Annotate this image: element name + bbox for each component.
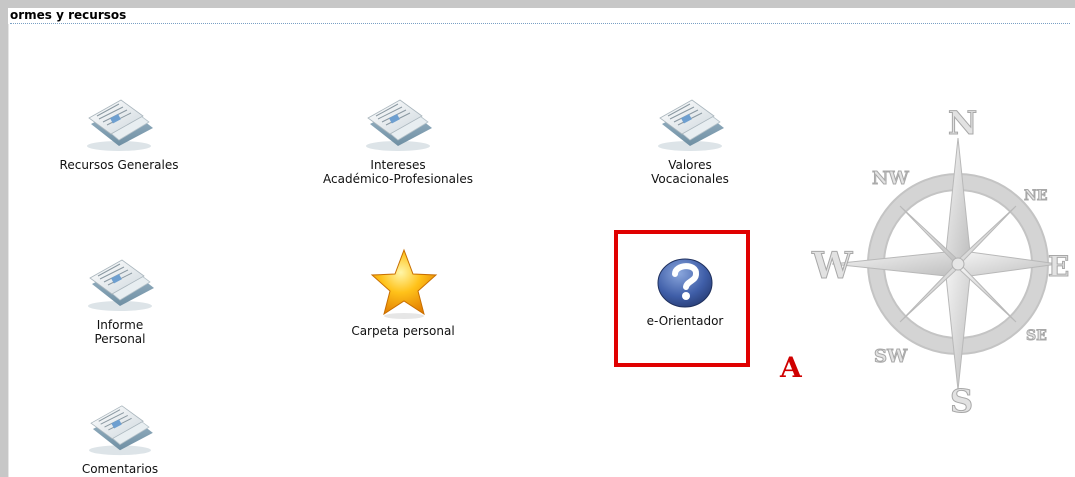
- intereses-label-line1: Intereses: [370, 158, 426, 172]
- compass-label-n: N: [948, 108, 977, 142]
- valores-label-line2: Vocacionales: [651, 172, 729, 186]
- documents-icon: [86, 99, 154, 152]
- valores-tile[interactable]: Valores Vocacionales: [640, 94, 740, 186]
- valores-label-line1: Valores: [668, 158, 712, 172]
- carpeta-personal-label: Carpeta personal: [351, 324, 455, 338]
- documents-icon: [657, 99, 725, 152]
- section-title: ormes y recursos: [10, 8, 127, 22]
- comentarios-label: Comentarios: [81, 462, 159, 476]
- intereses-tile[interactable]: Intereses Académico-Profesionales: [308, 94, 488, 186]
- recursos-generales-tile[interactable]: Recursos Generales: [54, 94, 184, 172]
- carpeta-personal-tile[interactable]: Carpeta personal: [340, 248, 466, 338]
- recursos-generales-label: Recursos Generales: [59, 158, 179, 172]
- frame-top-border: [0, 0, 1075, 8]
- compass-label-w: W: [811, 245, 853, 287]
- compass-label-ne: NE: [1024, 188, 1047, 204]
- star-icon: [370, 248, 438, 319]
- documents-icon: [87, 259, 155, 312]
- compass-label-nw: NW: [872, 168, 909, 189]
- compass-label-sw: SW: [874, 346, 908, 367]
- compass-label-e: E: [1048, 250, 1069, 283]
- informe-personal-tile[interactable]: Informe Personal: [70, 254, 170, 346]
- frame-left-border: [0, 8, 8, 477]
- callout-letter: A: [780, 351, 802, 384]
- documents-icon: [88, 405, 154, 456]
- compass-rose-icon: N S W E NW NE SW SE: [811, 108, 1070, 420]
- highlight-box: [614, 230, 750, 367]
- informe-personal-label-line1: Informe: [96, 318, 144, 332]
- intereses-label-line2: Académico-Profesionales: [323, 172, 473, 186]
- informe-personal-label-line2: Personal: [94, 332, 146, 346]
- documents-icon: [365, 99, 433, 152]
- compass-label-se: SE: [1026, 328, 1047, 344]
- comentarios-tile[interactable]: Comentarios: [70, 400, 170, 476]
- compass-label-s: S: [950, 382, 973, 420]
- frame-inner-divider: [8, 24, 9, 477]
- section-title-rule: [10, 23, 1070, 24]
